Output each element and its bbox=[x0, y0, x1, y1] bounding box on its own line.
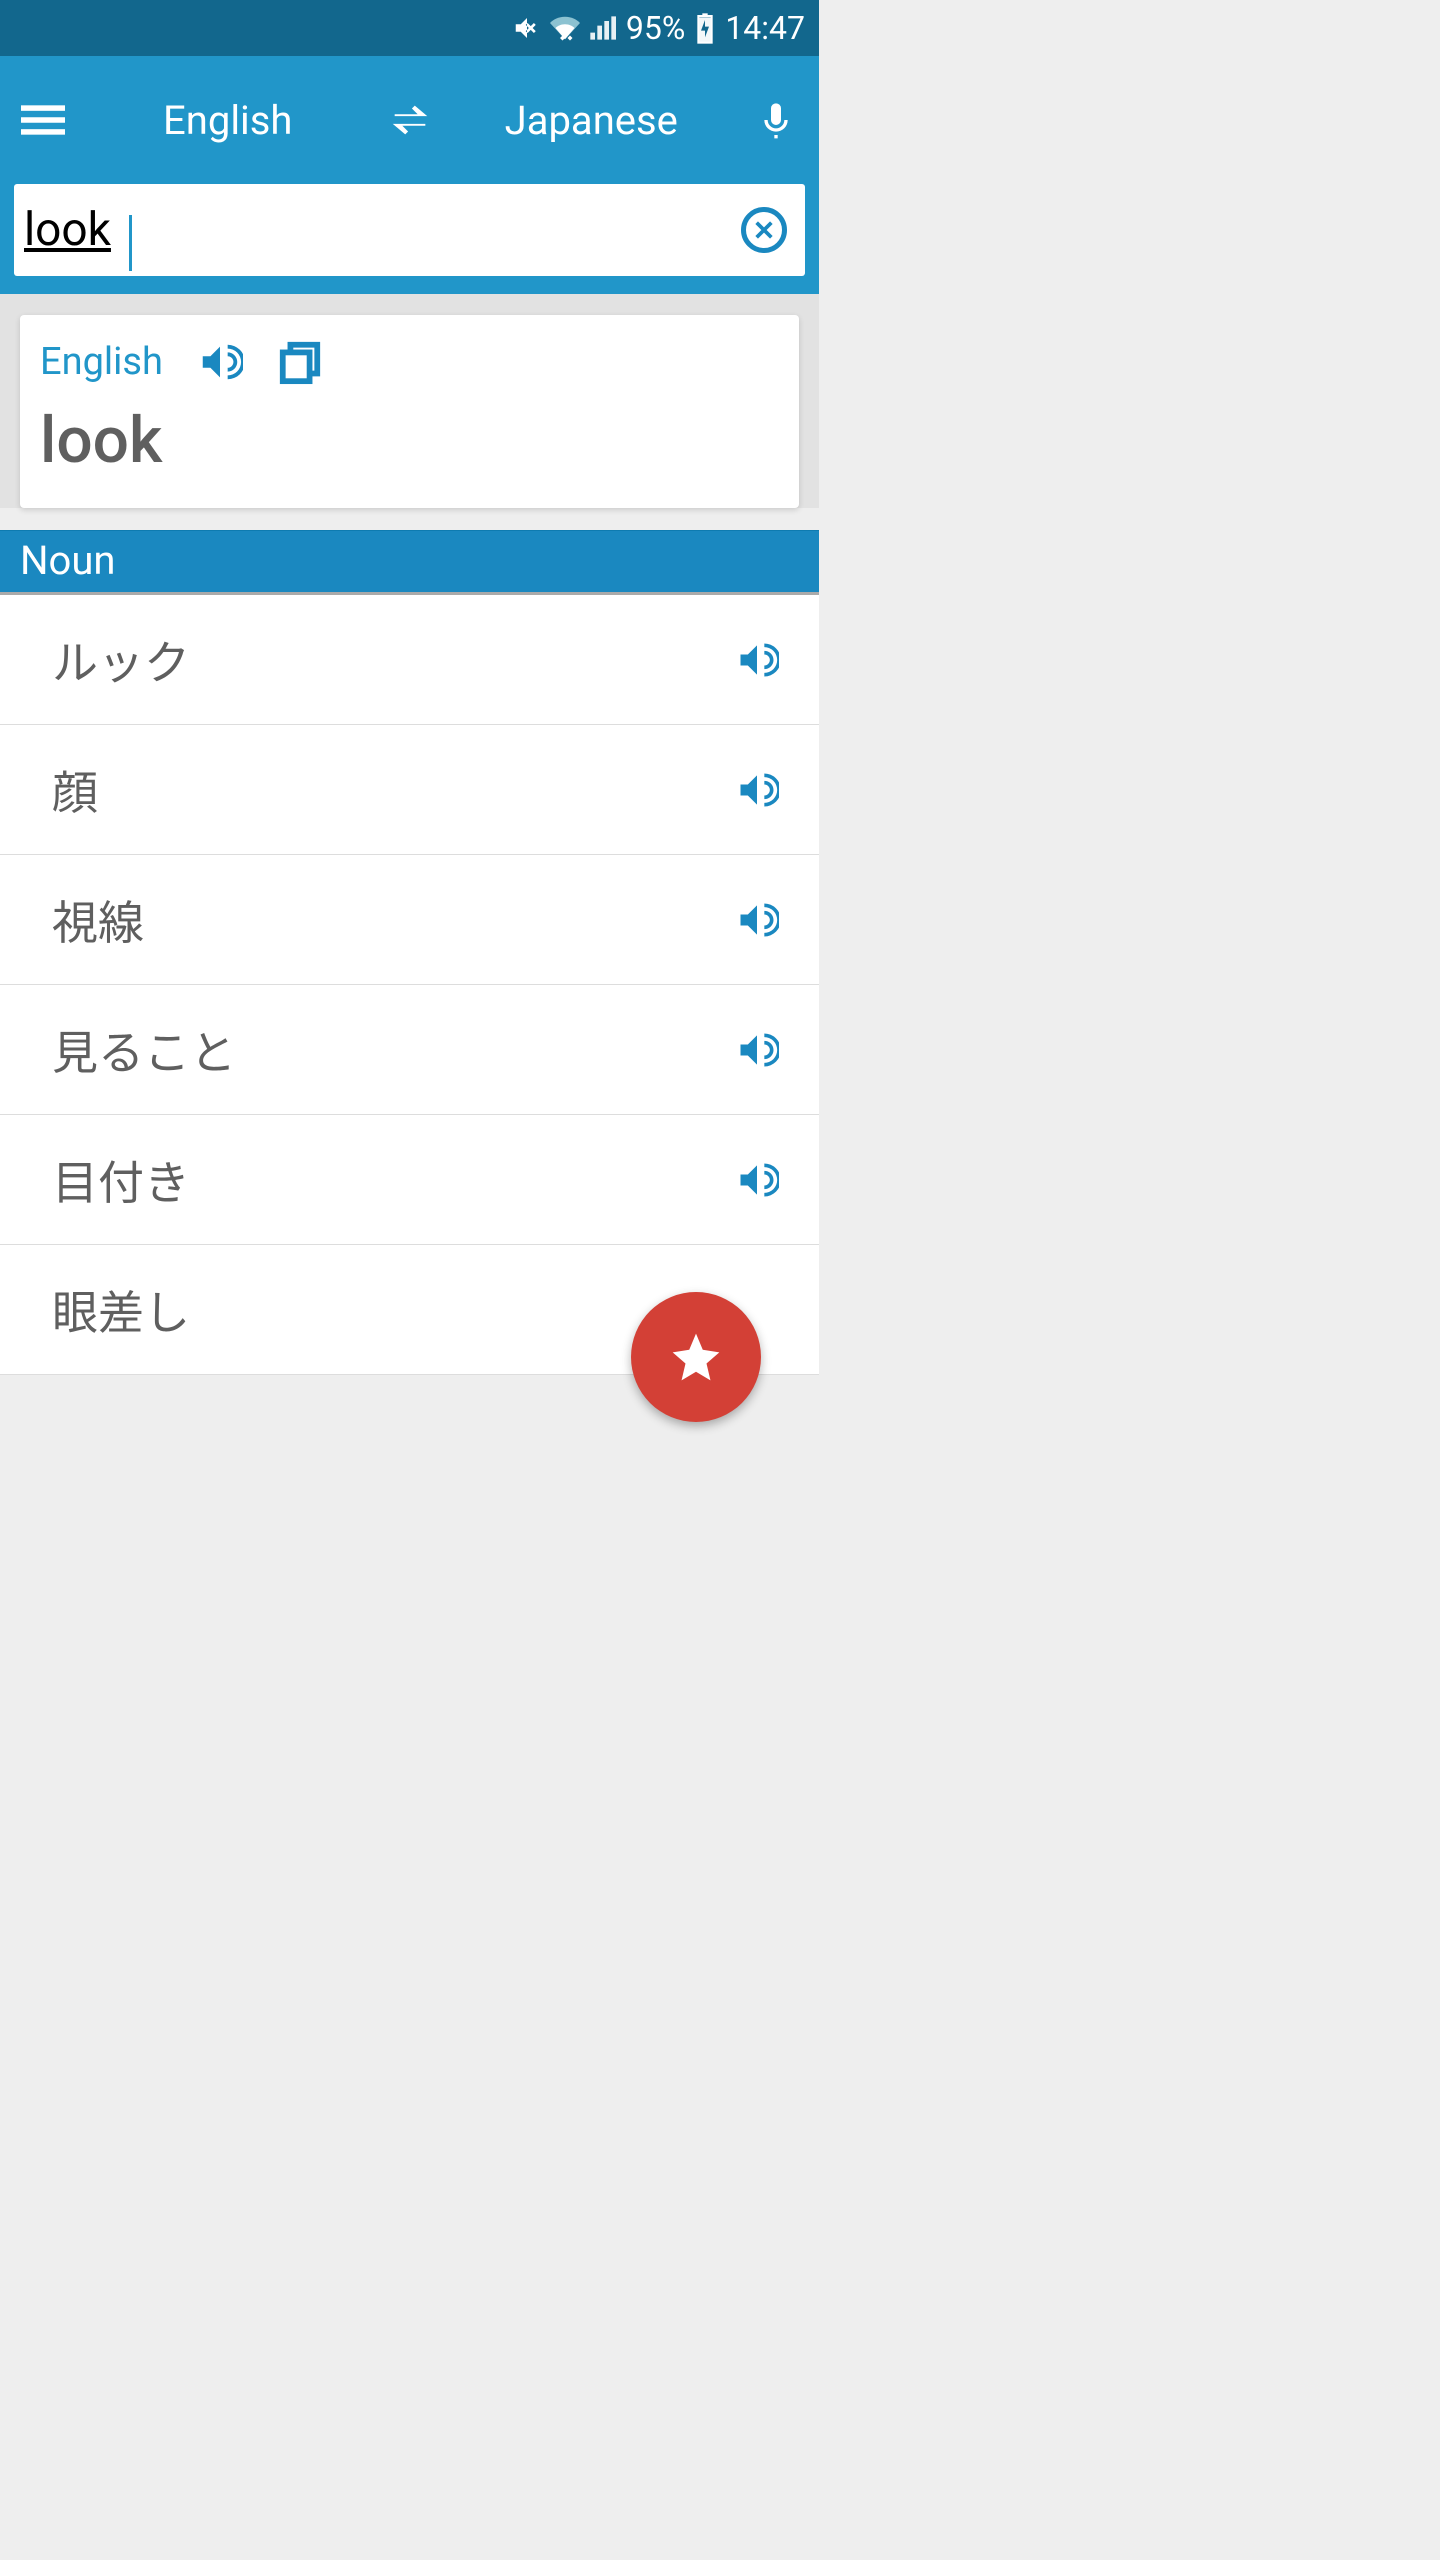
source-word: look bbox=[40, 403, 779, 478]
signal-icon bbox=[588, 14, 616, 42]
voice-input-button[interactable] bbox=[733, 100, 819, 140]
source-language-button[interactable]: English bbox=[86, 97, 370, 144]
app-header: English Japanese look bbox=[0, 56, 819, 294]
result-row[interactable]: 目付き bbox=[0, 1115, 819, 1245]
target-language-button[interactable]: Japanese bbox=[450, 97, 734, 144]
result-row[interactable]: 見ること bbox=[0, 985, 819, 1115]
speaker-icon[interactable] bbox=[735, 1158, 779, 1202]
favorite-fab[interactable] bbox=[631, 1292, 761, 1422]
wifi-icon bbox=[550, 13, 580, 43]
result-row[interactable]: ルック bbox=[0, 595, 819, 725]
battery-percent: 95% bbox=[626, 9, 685, 47]
mute-icon bbox=[512, 13, 542, 43]
speaker-icon[interactable] bbox=[735, 768, 779, 812]
speaker-icon[interactable] bbox=[735, 1028, 779, 1072]
result-text: 顔 bbox=[52, 757, 735, 823]
battery-icon bbox=[695, 12, 715, 44]
clear-input-button[interactable] bbox=[741, 207, 787, 253]
result-text: 目付き bbox=[52, 1147, 735, 1213]
card-language-label: English bbox=[40, 340, 163, 384]
search-box[interactable]: look bbox=[14, 184, 805, 276]
menu-button[interactable] bbox=[0, 98, 86, 142]
swap-languages-button[interactable] bbox=[370, 97, 450, 143]
result-row[interactable]: 視線 bbox=[0, 855, 819, 985]
results-list: ルック 顔 視線 見ること 目付き 眼差し bbox=[0, 595, 819, 1375]
result-row[interactable]: 顔 bbox=[0, 725, 819, 855]
text-cursor bbox=[129, 215, 132, 271]
copy-icon[interactable] bbox=[277, 339, 323, 385]
status-icons bbox=[512, 13, 616, 43]
part-of-speech-label: Noun bbox=[0, 530, 819, 595]
status-bar: 95% 14:47 bbox=[0, 0, 819, 56]
speaker-icon[interactable] bbox=[735, 638, 779, 682]
speaker-icon[interactable] bbox=[197, 339, 243, 385]
result-text: ルック bbox=[52, 627, 735, 693]
result-text: 視線 bbox=[52, 887, 735, 953]
clock: 14:47 bbox=[725, 9, 805, 47]
result-text: 見ること bbox=[52, 1017, 735, 1083]
source-word-card: English look bbox=[20, 315, 799, 508]
speaker-icon[interactable] bbox=[735, 898, 779, 942]
